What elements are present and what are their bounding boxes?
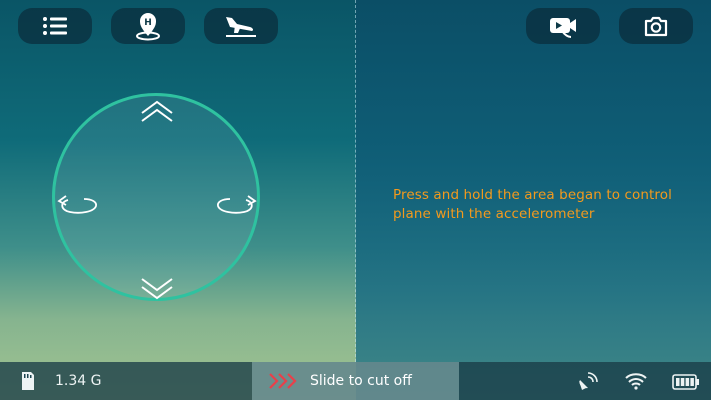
return-home-button[interactable]: H xyxy=(111,8,185,44)
land-button[interactable] xyxy=(204,8,278,44)
menu-button[interactable] xyxy=(18,8,92,44)
menu-list-icon xyxy=(42,16,68,36)
storage-remaining: 1.34 G xyxy=(55,373,102,389)
home-pin-label: H xyxy=(144,18,152,28)
sd-card-icon xyxy=(20,371,36,395)
slide-label: Slide to cut off xyxy=(310,373,412,389)
camera-icon xyxy=(644,15,668,37)
slide-arrows-icon xyxy=(268,372,302,394)
take-photo-button[interactable] xyxy=(619,8,693,44)
record-video-button[interactable] xyxy=(526,8,600,44)
rotate-left-icon[interactable] xyxy=(56,192,100,222)
landing-plane-icon xyxy=(222,13,260,39)
slide-to-cut-off[interactable]: Slide to cut off xyxy=(252,362,459,400)
accelerometer-hint: Press and hold the area began to control… xyxy=(393,187,672,222)
video-camera-icon xyxy=(548,13,578,39)
battery-icon xyxy=(672,374,700,394)
satellite-icon xyxy=(576,372,598,396)
forward-arrow-icon[interactable] xyxy=(140,100,174,128)
rotate-right-icon[interactable] xyxy=(214,192,258,222)
center-divider xyxy=(355,0,356,362)
backward-arrow-icon[interactable] xyxy=(140,276,174,304)
wifi-icon xyxy=(625,372,647,394)
home-location-icon: H xyxy=(133,11,163,41)
